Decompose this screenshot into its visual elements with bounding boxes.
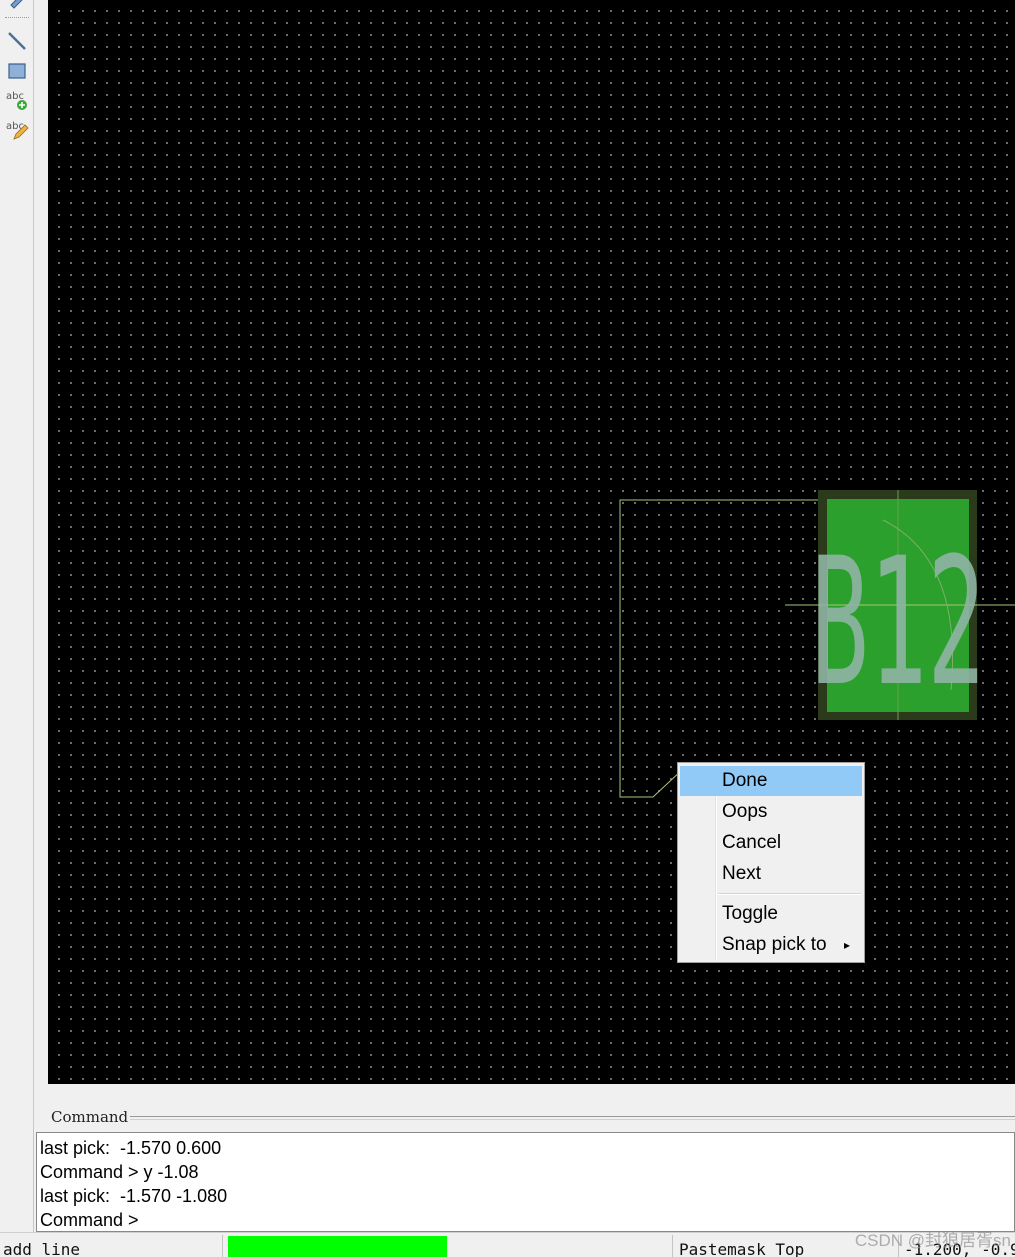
add-line-icon[interactable] [4,28,30,54]
status-mode: add line [3,1240,81,1257]
menu-item-snap-pick-to-label: Snap pick to [722,934,827,955]
menu-item-next-label: Next [722,863,762,884]
edit-icon[interactable] [4,0,30,14]
command-header-rule-shadow [116,1119,1015,1120]
status-divider [222,1235,223,1257]
menu-item-next[interactable]: Next [680,859,862,889]
add-rectangle-icon[interactable] [4,58,30,84]
watermark: CSDN @封狼居胥sn [854,1231,1011,1250]
status-divider [672,1235,673,1257]
menu-item-snap-pick-to[interactable]: Snap pick to ▸ [680,930,862,960]
command-panel-header: Command [48,1104,1015,1128]
toolbar-separator [5,17,29,18]
menu-item-cancel-label: Cancel [722,832,782,853]
command-log-line: Command > y -1.08 [40,1162,199,1182]
menu-separator [718,893,861,895]
command-log-line: last pick: -1.570 -1.080 [40,1186,228,1206]
command-log[interactable]: last pick: -1.570 0.600 Command > y -1.0… [36,1132,1015,1232]
menu-item-done[interactable]: Done [680,766,862,796]
canvas-graphics: B12 [619,490,1015,798]
drawing-canvas[interactable]: B12 [48,0,1015,1084]
pcb-editor-window: abc abc B12 Done Oops Cancel Next Toggle… [0,0,1015,1257]
add-text-icon[interactable]: abc [4,87,30,113]
pad-label: B12 [811,521,986,725]
menu-item-oops[interactable]: Oops [680,797,862,827]
command-header-rule [116,1116,1015,1117]
submenu-arrow-icon: ▸ [843,938,850,952]
menu-item-toggle-label: Toggle [722,903,778,924]
menu-item-toggle[interactable]: Toggle [680,899,862,929]
menu-item-oops-label: Oops [722,801,768,822]
added-line-outline [619,499,818,798]
status-progress-bar [228,1236,447,1257]
left-toolbar: abc abc [0,0,34,1232]
menu-item-cancel[interactable]: Cancel [680,828,862,858]
edit-text-icon[interactable]: abc [4,117,30,143]
command-log-line: last pick: -1.570 0.600 [40,1138,222,1158]
command-panel-title: Command [51,1108,131,1126]
menu-item-done-label: Done [722,770,768,791]
context-menu: Done Oops Cancel Next Toggle Snap pick t… [677,762,865,963]
